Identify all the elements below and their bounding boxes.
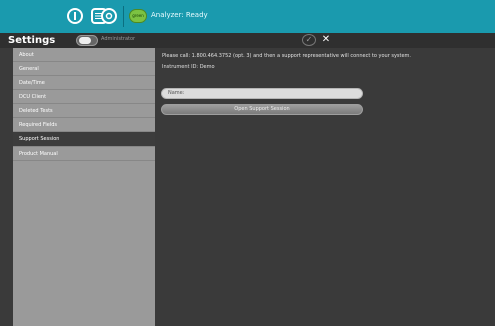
sidebar-item-dcu-client[interactable]: DCU Client	[13, 90, 155, 104]
status-indicator: green	[129, 9, 147, 23]
settings-sidebar: About General Date/Time DCU Client Delet…	[13, 48, 155, 326]
sidebar-item-general[interactable]: General	[13, 62, 155, 76]
sidebar-item-deleted-tests[interactable]: Deleted Tests	[13, 104, 155, 118]
sidebar-item-support-session[interactable]: Support Session	[13, 132, 155, 147]
instrument-id: Instrument ID: Demo	[162, 64, 215, 70]
header-bar	[0, 33, 495, 48]
close-icon[interactable]: ✕	[320, 34, 332, 46]
gear-icon[interactable]	[101, 8, 117, 24]
open-support-session-button[interactable]: Open Support Session	[161, 104, 363, 115]
status-text: Analyzer: Ready	[151, 11, 208, 19]
sidebar-item-about[interactable]: About	[13, 48, 155, 62]
page-title: Settings	[8, 35, 56, 46]
toolbar-separator	[123, 6, 124, 27]
sidebar-item-required-fields[interactable]: Required Fields	[13, 118, 155, 132]
sidebar-item-datetime[interactable]: Date/Time	[13, 76, 155, 90]
test-tube-icon[interactable]	[67, 8, 83, 24]
name-input[interactable]: Name:	[161, 88, 363, 99]
administrator-toggle[interactable]	[76, 35, 98, 46]
check-icon[interactable]: ✓	[302, 34, 316, 46]
support-instructions: Please call: 1.800.464.3752 (opt. 3) and…	[162, 53, 412, 59]
sidebar-item-product-manual[interactable]: Product Manual	[13, 147, 155, 161]
administrator-label: Administrator	[101, 36, 136, 42]
status-chip-label: green	[132, 13, 144, 18]
toggle-knob	[79, 37, 91, 44]
